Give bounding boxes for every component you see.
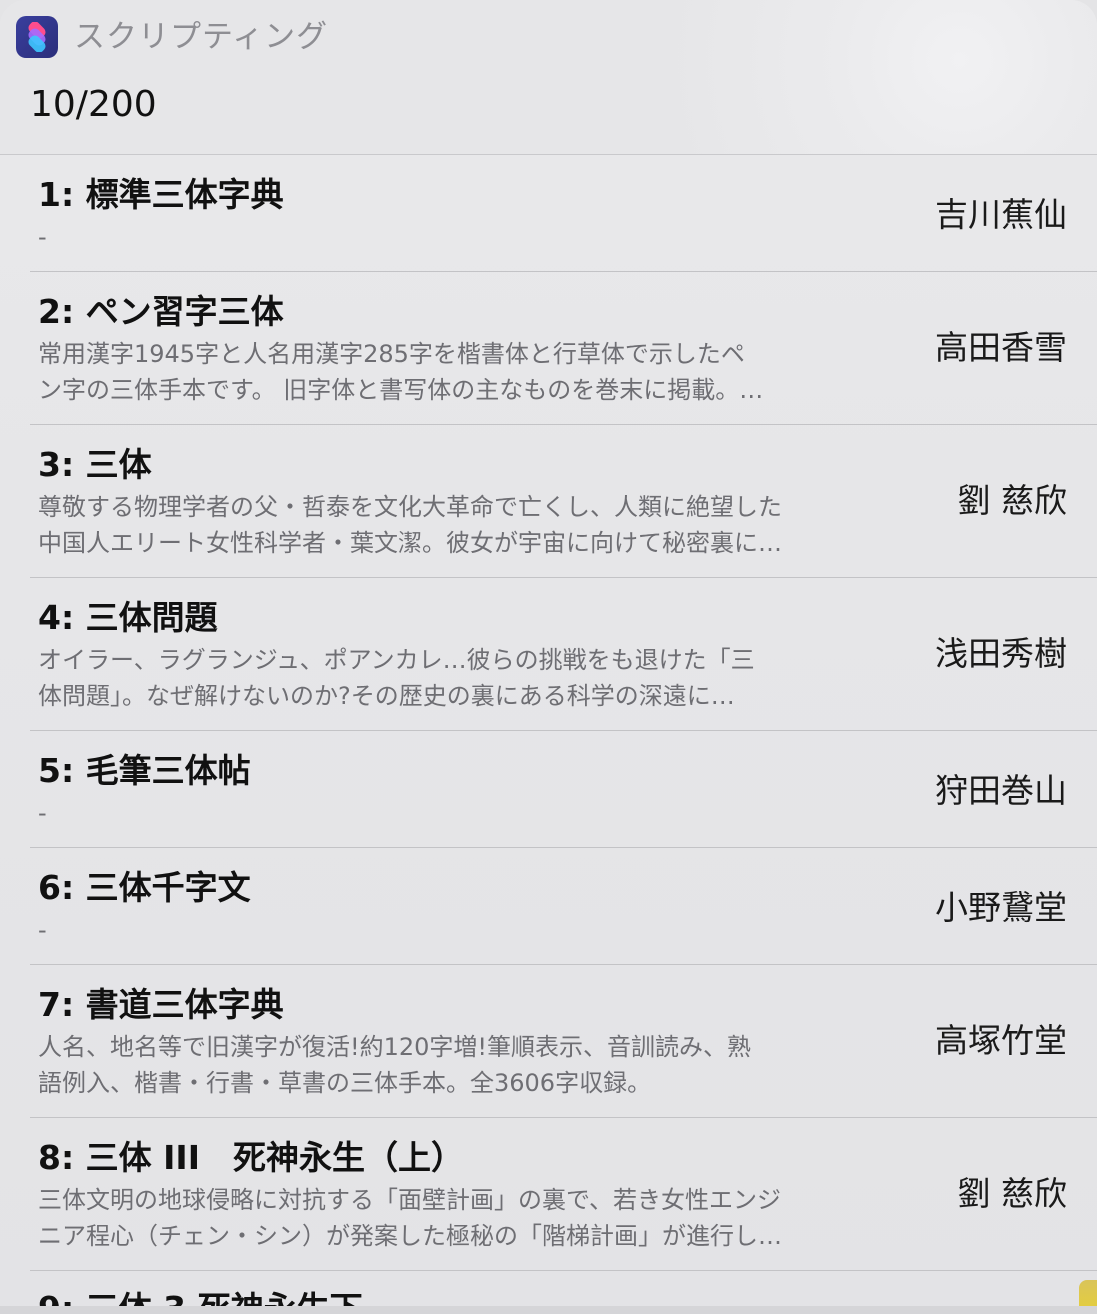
result-counter: 10/200 [30, 84, 157, 125]
list-item[interactable]: 1: 標準三体字典 - 吉川蕉仙 [0, 155, 1097, 272]
item-description-line: ニア程心（チェン・シン）が発案した極秘の「階梯計画」が進行し… [38, 1222, 782, 1250]
item-description-line: 三体文明の地球侵略に対抗する「面壁計画」の裏で、若き女性エンジ [38, 1186, 782, 1214]
item-description-line: 常用漢字1945字と人名用漢字285字を楷書体と行草体で示したペ [38, 340, 745, 368]
item-title: 7: 書道三体字典 [38, 985, 284, 1024]
item-description-line: 中国人エリート女性科学者・葉文潔。彼女が宇宙に向けて秘密裏に… [38, 529, 782, 557]
list-item[interactable]: 5: 毛筆三体帖 - 狩田巻山 [0, 731, 1097, 848]
item-description-line: 尊敬する物理学者の父・哲泰を文化大革命で亡くし、人類に絶望した [38, 493, 782, 521]
list-item[interactable]: 4: 三体問題 オイラー、ラグランジュ、ポアンカレ…彼らの挑戦をも退けた「三 体… [0, 578, 1097, 731]
list-item[interactable]: 2: ペン習字三体 常用漢字1945字と人名用漢字285字を楷書体と行草体で示し… [0, 272, 1097, 425]
item-description: 人名、地名等で旧漢字が復活!約120字増!筆順表示、音訓読み、熟 語例入、楷書・… [38, 1029, 910, 1101]
item-description-line: オイラー、ラグランジュ、ポアンカレ…彼らの挑戦をも退けた「三 [38, 646, 755, 674]
item-author: 狩田巻山 [935, 771, 1067, 810]
item-description-line: - [38, 916, 47, 944]
result-panel: スクリプティング 10/200 1: 標準三体字典 - 吉川蕉仙 2: ペン習字… [0, 0, 1097, 1314]
list-item[interactable]: 8: 三体 III 死神永生（上） 三体文明の地球侵略に対抗する「面壁計画」の裏… [0, 1118, 1097, 1271]
item-description-line: 体問題」。なぜ解けないのか?その歴史の裏にある科学の深遠に… [38, 682, 735, 710]
item-author: 劉 慈欣 [957, 481, 1068, 520]
item-author: 高塚竹堂 [935, 1021, 1067, 1060]
result-list: 1: 標準三体字典 - 吉川蕉仙 2: ペン習字三体 常用漢字1945字と人名用… [0, 155, 1097, 1314]
item-description-line: - [38, 799, 47, 827]
item-author: 劉 慈欣 [957, 1174, 1068, 1213]
item-author: 浅田秀樹 [935, 634, 1067, 673]
item-author: 小野鵞堂 [935, 888, 1067, 927]
item-title: 8: 三体 III 死神永生（上） [38, 1138, 464, 1177]
item-title: 4: 三体問題 [38, 598, 218, 637]
item-description: - [38, 912, 910, 948]
item-author: 吉川蕉仙 [935, 195, 1067, 234]
item-description: - [38, 219, 910, 255]
item-description-line: 語例入、楷書・行書・草書の三体手本。全3606字収録。 [38, 1069, 652, 1097]
item-description: オイラー、ラグランジュ、ポアンカレ…彼らの挑戦をも退けた「三 体問題」。なぜ解け… [38, 642, 910, 714]
panel-header: スクリプティング 10/200 [0, 0, 1097, 155]
shortcuts-logo-icon [28, 22, 46, 52]
item-title: 3: 三体 [38, 445, 152, 484]
item-description-line: ン字の三体手本です。 旧字体と書写体の主なものを巻末に掲載。… [38, 376, 764, 404]
item-description-line: - [38, 223, 47, 251]
bottom-edge [0, 1306, 1097, 1314]
item-title: 1: 標準三体字典 [38, 175, 284, 214]
list-item[interactable]: 7: 書道三体字典 人名、地名等で旧漢字が復活!約120字増!筆順表示、音訓読み… [0, 965, 1097, 1118]
list-item[interactable]: 6: 三体千字文 - 小野鵞堂 [0, 848, 1097, 965]
item-description: 常用漢字1945字と人名用漢字285字を楷書体と行草体で示したペ ン字の三体手本… [38, 336, 910, 408]
item-description: 尊敬する物理学者の父・哲泰を文化大革命で亡くし、人類に絶望した 中国人エリート女… [38, 489, 910, 561]
app-name: スクリプティング [74, 19, 329, 55]
item-description: 三体文明の地球侵略に対抗する「面壁計画」の裏で、若き女性エンジ ニア程心（チェン… [38, 1182, 910, 1254]
shortcuts-app-icon [16, 16, 58, 58]
item-title: 2: ペン習字三体 [38, 292, 284, 331]
item-description-line: 人名、地名等で旧漢字が復活!約120字増!筆順表示、音訓読み、熟 [38, 1033, 752, 1061]
item-title: 5: 毛筆三体帖 [38, 751, 251, 790]
list-item[interactable]: 3: 三体 尊敬する物理学者の父・哲泰を文化大革命で亡くし、人類に絶望した 中国… [0, 425, 1097, 578]
item-description: - [38, 795, 910, 831]
item-author: 高田香雪 [935, 328, 1067, 367]
item-title: 6: 三体千字文 [38, 868, 251, 907]
